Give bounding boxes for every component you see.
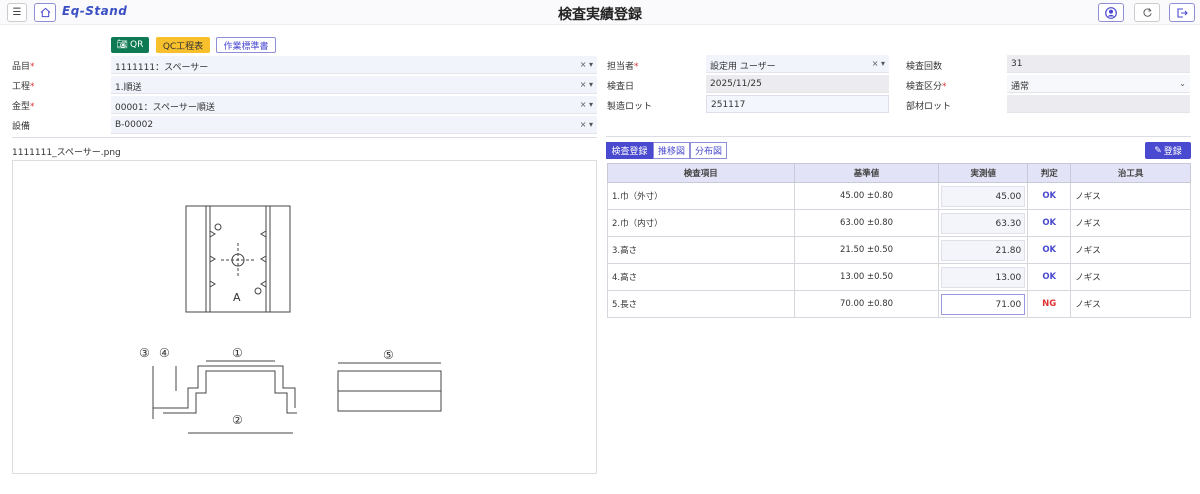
tanto-select[interactable]: 設定用 ユーザー × ▾	[706, 55, 889, 73]
item-cell: 2.巾（内寸）	[607, 209, 795, 237]
col-header: 判定	[1027, 163, 1072, 183]
drawing-label: ②	[232, 413, 243, 427]
tab-distribution[interactable]: 分布図	[690, 142, 727, 159]
user-button[interactable]	[1098, 3, 1124, 22]
refresh-button[interactable]	[1134, 3, 1160, 22]
camera-icon: 📷︎	[116, 40, 129, 50]
std-cell: 45.00 ±0.80	[793, 182, 940, 210]
table-row: 3.高さ 21.50 ±0.50 21.80 OK ノギス	[607, 236, 1191, 264]
count-field: 31	[1007, 55, 1190, 73]
measured-input[interactable]: 71.00	[941, 293, 1026, 315]
col-header: 検査項目	[607, 163, 795, 183]
table-row: 1.巾（外寸） 45.00 ±0.80 45.00 OK ノギス	[607, 182, 1191, 210]
measured-input[interactable]: 13.00	[941, 266, 1026, 288]
qr-button[interactable]: 📷︎ QR	[111, 37, 149, 53]
work-standard-button[interactable]: 作業標準書	[216, 37, 276, 53]
lot-input[interactable]: 251117	[706, 95, 889, 113]
table-row: 4.高さ 13.00 ±0.50 13.00 OK ノギス	[607, 263, 1191, 291]
drawing-image: A ① ② ③ ④ ⑤	[12, 160, 597, 474]
measured-input[interactable]: 45.00	[941, 185, 1026, 207]
table-row: 2.巾（内寸） 63.00 ±0.80 63.30 OK ノギス	[607, 209, 1191, 237]
register-button[interactable]: ✎ 登録	[1145, 142, 1191, 159]
image-filename: 1111111_スペーサー.png	[12, 148, 121, 158]
tanto-label: 担当者*	[607, 62, 639, 72]
std-cell: 21.50 ±0.50	[793, 236, 940, 264]
divider	[606, 136, 1191, 137]
kubun-label: 検査区分*	[906, 82, 947, 92]
lot-label: 製造ロット	[607, 102, 653, 112]
item-cell: 5.長さ	[607, 290, 795, 318]
inspection-date-field[interactable]: 2025/11/25	[706, 75, 889, 93]
col-header: 実測値	[938, 163, 1029, 183]
std-cell: 63.00 ±0.80	[793, 209, 940, 237]
field-select[interactable]: B-00002 × ▾	[111, 116, 597, 134]
judge-cell: NG	[1027, 290, 1072, 318]
tool-cell: ノギス	[1070, 290, 1191, 318]
date-label: 検査日	[607, 82, 635, 92]
buzai-lot-field[interactable]	[1007, 95, 1190, 113]
tab-trend[interactable]: 推移図	[653, 142, 690, 159]
drawing-label: ④	[159, 346, 170, 360]
measured-input[interactable]: 63.30	[941, 212, 1026, 234]
clear-dropdown-icon: × ▾	[579, 120, 593, 129]
tool-cell: ノギス	[1070, 209, 1191, 237]
item-cell: 4.高さ	[607, 263, 795, 291]
item-cell: 3.高さ	[607, 236, 795, 264]
page-title: 検査実績登録	[558, 7, 642, 23]
col-header: 治工具	[1070, 163, 1191, 183]
clear-dropdown-icon: × ▾	[579, 100, 593, 109]
drawing-label: ⑤	[383, 348, 394, 362]
clear-dropdown-icon: × ▾	[579, 60, 593, 69]
buzai-label: 部材ロット	[906, 102, 952, 112]
divider	[12, 137, 597, 138]
count-label: 検査回数	[906, 62, 943, 72]
pencil-icon: ✎	[1154, 145, 1162, 156]
field-select[interactable]: 1.順送 × ▾	[111, 76, 597, 94]
field-label: 金型*	[12, 102, 35, 112]
qc-process-button[interactable]: QC工程表	[156, 37, 210, 53]
field-label: 工程*	[12, 82, 35, 92]
std-cell: 70.00 ±0.80	[793, 290, 940, 318]
std-cell: 13.00 ±0.50	[793, 263, 940, 291]
field-select[interactable]: 00001：スペーサー順送 × ▾	[111, 96, 597, 114]
clear-dropdown-icon: × ▾	[579, 80, 593, 89]
logout-icon	[1177, 7, 1188, 18]
measured-input[interactable]: 21.80	[941, 239, 1026, 261]
table-row: 5.長さ 70.00 ±0.80 71.00 NG ノギス	[607, 290, 1191, 318]
drawing-label: ①	[232, 346, 243, 360]
field-label: 品目*	[12, 62, 35, 72]
refresh-icon	[1142, 8, 1152, 17]
item-cell: 1.巾（外寸）	[607, 182, 795, 210]
drawing-label: A	[233, 291, 241, 304]
user-circle-icon	[1105, 6, 1117, 19]
tool-cell: ノギス	[1070, 182, 1191, 210]
tool-cell: ノギス	[1070, 263, 1191, 291]
judge-cell: OK	[1027, 236, 1072, 264]
judge-cell: OK	[1027, 209, 1072, 237]
tab-inspection[interactable]: 検査登録	[606, 142, 653, 159]
chevron-down-icon: ⌄	[1179, 79, 1186, 88]
field-label: 設備	[12, 122, 31, 132]
kubun-select[interactable]: 通常 ⌄	[1007, 75, 1190, 93]
judge-cell: OK	[1027, 263, 1072, 291]
logout-button[interactable]	[1169, 3, 1195, 22]
tool-cell: ノギス	[1070, 236, 1191, 264]
drawing-label: ③	[139, 346, 150, 360]
col-header: 基準値	[793, 163, 940, 183]
field-select[interactable]: 1111111：スペーサー × ▾	[111, 56, 597, 74]
judge-cell: OK	[1027, 182, 1072, 210]
inspection-table: 検査項目 基準値 実測値 判定 治工具 1.巾（外寸） 45.00 ±0.80 …	[607, 163, 1191, 318]
